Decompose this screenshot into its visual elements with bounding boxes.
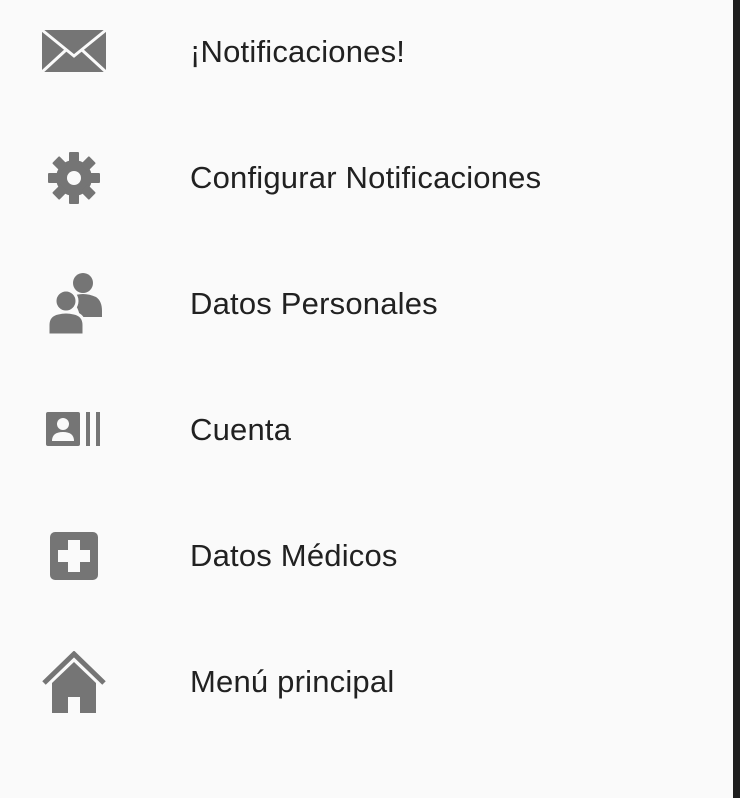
envelope-icon <box>41 19 107 85</box>
menu-item-label: ¡Notificaciones! <box>190 34 406 69</box>
gear-icon <box>41 145 107 211</box>
menu-item-label: Configurar Notificaciones <box>190 160 542 195</box>
menu-item-label: Menú principal <box>190 664 395 699</box>
menu-item-notificaciones[interactable]: ¡Notificaciones! <box>0 0 733 115</box>
id-card-icon <box>41 397 107 463</box>
menu-item-configurar-notificaciones[interactable]: Configurar Notificaciones <box>0 115 733 241</box>
menu-item-label: Cuenta <box>190 412 292 447</box>
medical-cross-icon <box>41 523 107 589</box>
navigation-drawer: ¡Notificaciones! Configurar Notificacion… <box>0 0 733 798</box>
drawer-scrim[interactable] <box>733 0 740 798</box>
menu-item-label: Datos Personales <box>190 286 438 321</box>
home-icon <box>41 649 107 715</box>
menu-item-datos-personales[interactable]: Datos Personales <box>0 241 733 367</box>
users-icon <box>41 271 107 337</box>
menu-item-cuenta[interactable]: Cuenta <box>0 367 733 493</box>
menu-item-label: Datos Médicos <box>190 538 398 573</box>
menu-item-datos-medicos[interactable]: Datos Médicos <box>0 493 733 619</box>
menu-item-menu-principal[interactable]: Menú principal <box>0 619 733 745</box>
